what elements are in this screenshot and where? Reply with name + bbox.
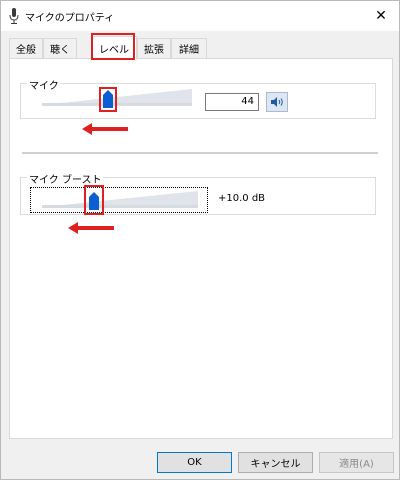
properties-window: マイクのプロパティ ✕ 全般 聴く レベル 拡張 詳細 マイク 44 マイク ブ… bbox=[0, 0, 400, 480]
apply-button[interactable]: 適用(A) bbox=[319, 452, 394, 473]
title-bar: マイクのプロパティ ✕ bbox=[1, 1, 399, 31]
left-arrow-icon bbox=[68, 222, 114, 234]
microphone-icon bbox=[9, 8, 19, 24]
tab-enhancements[interactable]: 拡張 bbox=[137, 38, 171, 58]
mic-thumb-highlight bbox=[99, 87, 117, 112]
close-icon: ✕ bbox=[375, 8, 387, 24]
levels-panel: マイク 44 マイク ブースト +10.0 dB bbox=[9, 58, 393, 439]
boost-label: マイク ブースト bbox=[27, 171, 104, 186]
close-button[interactable]: ✕ bbox=[363, 1, 399, 31]
ok-button[interactable]: OK bbox=[157, 452, 232, 473]
tab-highlight-box bbox=[91, 33, 135, 60]
tab-strip: 全般 聴く レベル 拡張 詳細 bbox=[9, 36, 393, 59]
tab-advanced[interactable]: 詳細 bbox=[171, 38, 207, 58]
mic-slider-bar bbox=[42, 103, 192, 106]
tab-general[interactable]: 全般 bbox=[9, 38, 43, 58]
mute-button[interactable] bbox=[266, 92, 288, 112]
boost-thumb-highlight bbox=[84, 185, 104, 215]
window-title: マイクのプロパティ bbox=[25, 13, 115, 24]
tab-listen[interactable]: 聴く bbox=[43, 38, 77, 58]
mic-level-field[interactable]: 44 bbox=[205, 93, 259, 111]
speaker-icon bbox=[271, 97, 283, 107]
section-divider bbox=[22, 152, 378, 154]
boost-slider-bar bbox=[42, 205, 198, 208]
boost-value: +10.0 dB bbox=[218, 193, 266, 204]
cancel-button[interactable]: キャンセル bbox=[238, 452, 313, 473]
left-arrow-icon bbox=[82, 123, 128, 135]
